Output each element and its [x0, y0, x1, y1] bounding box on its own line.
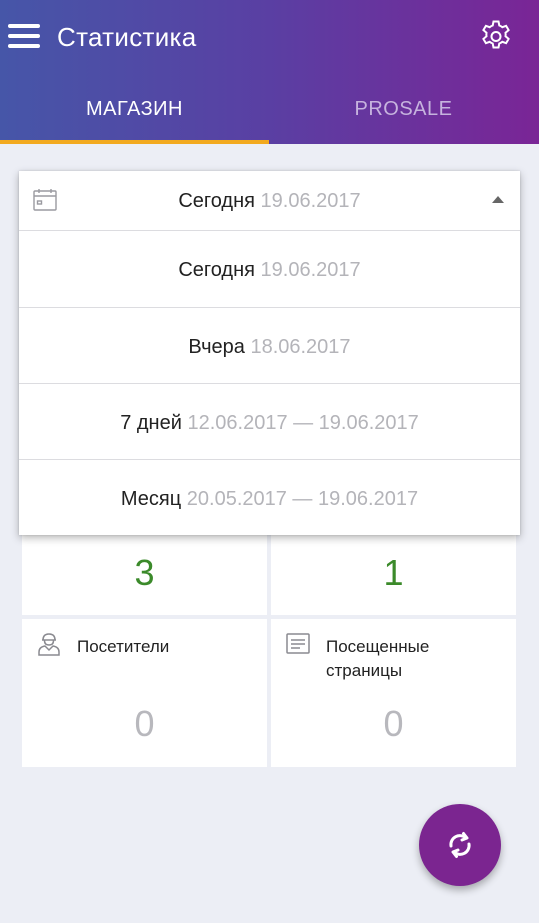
option-date: 20.05.2017 — 19.06.2017: [186, 488, 419, 510]
refresh-button[interactable]: [419, 804, 501, 886]
tab-bar: МАГАЗИН PROSALE: [0, 76, 539, 144]
selected-period-date: 19.06.2017: [260, 190, 361, 212]
period-option-today[interactable]: Сегодня 19.06.2017: [19, 231, 520, 307]
stat-card-sales: 1: [271, 530, 516, 615]
period-dropdown: Сегодня 19.06.2017 Сегодня 19.06.2017 Вч…: [19, 171, 520, 535]
toolbar: Статистика: [0, 0, 539, 76]
visitor-icon: [38, 633, 60, 656]
stat-value: 1: [383, 552, 404, 593]
pages-label: Посещенные страницы: [326, 637, 430, 680]
period-option-month[interactable]: Месяц 20.05.2017 — 19.06.2017: [19, 459, 520, 535]
app-screen: Статистика МАГАЗИН PROSALE 3 1 Посетител…: [0, 0, 539, 923]
option-date: 18.06.2017: [250, 336, 351, 358]
option-label: 7 дней: [120, 412, 182, 434]
tab-prosale[interactable]: PROSALE: [269, 76, 538, 144]
gear-icon[interactable]: [478, 18, 514, 54]
option-label: Месяц: [120, 488, 182, 510]
period-option-yesterday[interactable]: Вчера 18.06.2017: [19, 307, 520, 383]
period-select[interactable]: Сегодня 19.06.2017: [19, 171, 520, 231]
app-header: Статистика МАГАЗИН PROSALE: [0, 0, 539, 144]
document-icon: [286, 633, 310, 654]
page-title: Статистика: [57, 22, 197, 52]
option-label: Сегодня: [178, 259, 255, 281]
stat-card-visitors: Посетители 0: [22, 619, 267, 767]
visitors-value: 0: [134, 703, 155, 744]
menu-icon[interactable]: [4, 16, 44, 56]
caret-up-icon: [492, 196, 504, 203]
stat-card-pages: Посещенные страницы 0: [271, 619, 516, 767]
period-option-7-days[interactable]: 7 дней 12.06.2017 — 19.06.2017: [19, 383, 520, 459]
option-date: 19.06.2017: [260, 259, 361, 281]
option-date: 12.06.2017 — 19.06.2017: [187, 412, 419, 434]
selected-period: Сегодня 19.06.2017: [19, 190, 520, 213]
visitors-label: Посетители: [77, 637, 170, 656]
pages-value: 0: [383, 703, 404, 744]
refresh-icon: [449, 832, 471, 858]
selected-period-label: Сегодня: [178, 190, 255, 212]
tab-shop[interactable]: МАГАЗИН: [0, 76, 269, 144]
option-label: Вчера: [188, 336, 245, 358]
active-tab-indicator: [0, 140, 269, 144]
stat-card-orders: 3: [22, 530, 267, 615]
stat-value: 3: [134, 552, 155, 593]
